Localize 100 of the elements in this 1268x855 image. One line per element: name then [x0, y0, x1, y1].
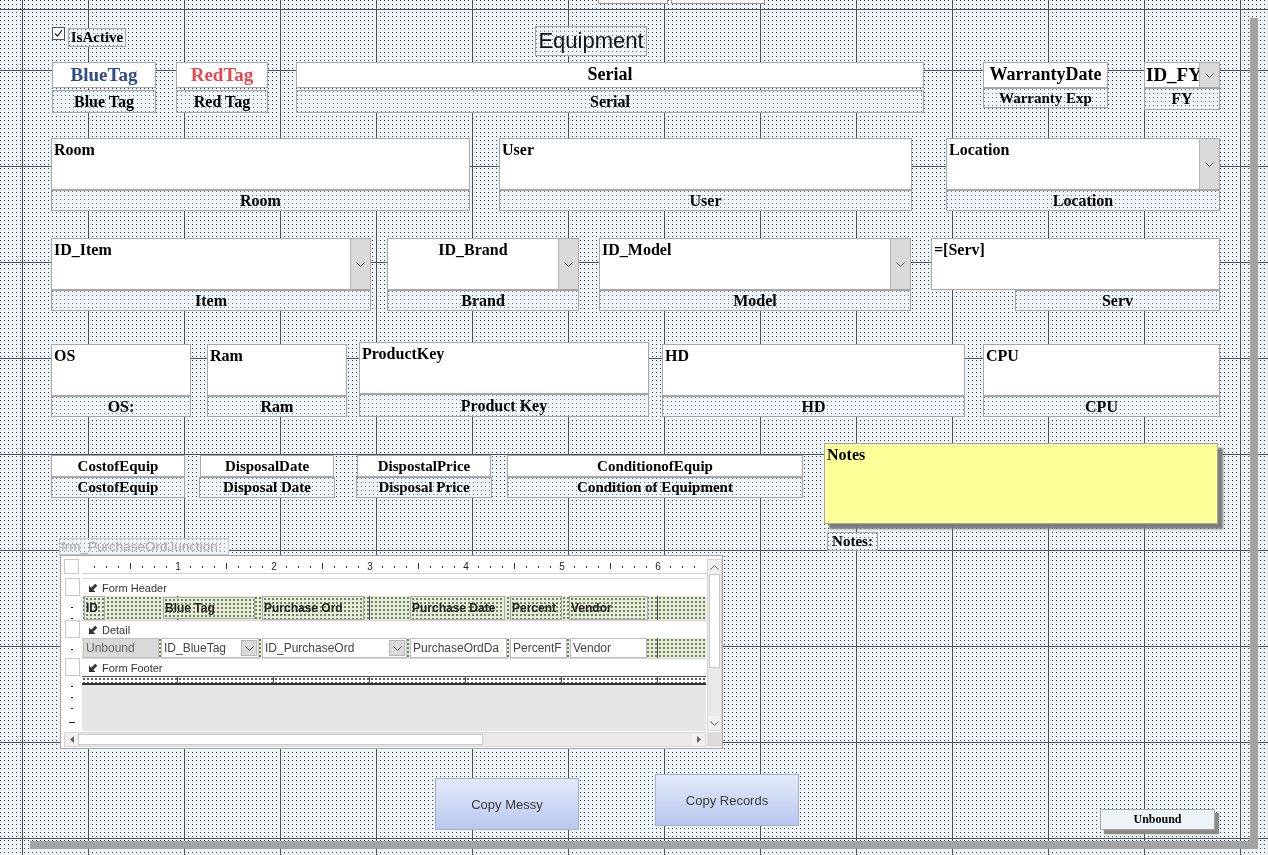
- chevron-down-icon: [356, 261, 365, 267]
- text-box[interactable]: PurchaseOrdDa: [410, 638, 507, 658]
- text-box[interactable]: RedTag: [176, 62, 268, 88]
- section-title: Form Footer: [102, 661, 163, 674]
- chevron-down-icon: [1205, 72, 1214, 78]
- text-box[interactable]: Unbound: [1100, 809, 1215, 830]
- cut-off-control[interactable]: [671, 0, 765, 4]
- triangle-left-icon: [69, 736, 74, 743]
- form-selector[interactable]: [64, 559, 79, 574]
- text-box[interactable]: Room: [51, 138, 470, 190]
- combo-box[interactable]: ID_BlueTag: [161, 638, 259, 658]
- field-label: Room: [51, 190, 470, 211]
- chevron-down-icon: [392, 645, 402, 651]
- field-label: OS:: [51, 396, 191, 417]
- scroll-right-button[interactable]: [692, 733, 705, 746]
- column-label: Purchase Ord: [262, 596, 364, 620]
- scrollbar-thumb[interactable]: [709, 574, 720, 668]
- checkbox-label: IsActive: [68, 28, 126, 47]
- field-label: Warranty Exp: [983, 88, 1108, 108]
- ruler-number: 2: [271, 561, 277, 572]
- combo-box[interactable]: ID_Brand: [387, 238, 579, 290]
- chevron-down-icon: [564, 261, 573, 267]
- field-label: Disposal Date: [199, 477, 335, 498]
- chevron-up-icon: [710, 564, 719, 570]
- text-box[interactable]: Unbound: [83, 638, 159, 658]
- text-box[interactable]: Serial: [296, 62, 924, 88]
- combo-box[interactable]: ID_Model: [599, 238, 911, 290]
- combo-box[interactable]: ID_Item: [51, 238, 371, 290]
- command-button[interactable]: Copy Records: [655, 774, 799, 826]
- field-label: Location: [946, 190, 1220, 211]
- chevron-down-icon: [244, 645, 254, 651]
- field-label: FY: [1144, 88, 1220, 110]
- section-arrow-icon: [88, 582, 98, 593]
- ruler-number: 1: [175, 561, 181, 572]
- text-box[interactable]: HD: [662, 344, 965, 396]
- ruler-number: 4: [463, 561, 469, 572]
- notes-box[interactable]: Notes: [824, 443, 1218, 524]
- dropdown-button[interactable]: [389, 640, 405, 656]
- text-box[interactable]: CPU: [983, 344, 1220, 396]
- text-box[interactable]: BlueTag: [52, 62, 156, 88]
- field-label: Ram: [207, 396, 347, 417]
- text-box[interactable]: OS: [51, 344, 191, 396]
- field-label: Item: [51, 290, 371, 311]
- field-label: Serv: [1015, 290, 1220, 311]
- vertical-scrollbar[interactable]: [707, 559, 722, 731]
- field-label: User: [499, 190, 912, 211]
- text-box[interactable]: WarrantyDate: [983, 62, 1108, 88]
- field-label: Blue Tag: [52, 90, 156, 113]
- subform-label: frm_PurchaseOrdJunction:: [59, 538, 229, 555]
- text-box[interactable]: CostofEquip: [51, 455, 185, 477]
- column-label: Blue Tag: [163, 597, 255, 619]
- field-label: Red Tag: [176, 90, 268, 113]
- checkbox[interactable]: [52, 27, 65, 40]
- field-label: Product Key: [359, 394, 649, 417]
- text-box[interactable]: ProductKey: [359, 342, 649, 394]
- horizontal-scrollbar[interactable]: [64, 732, 706, 747]
- scroll-left-button[interactable]: [65, 733, 78, 746]
- field-label: CostofEquip: [51, 477, 185, 498]
- subform-control[interactable]: 1 2 3 4 5 6 Form Header ID Blue Tag Purchase Ord Purchase Date Percent Vendor Detail Unbound ID_BlueTag ID_PurchaseOrd PurchaseOrdDa PercentF Vendor Form Footer: [60, 555, 723, 749]
- cut-off-control[interactable]: [598, 0, 668, 4]
- combo-box[interactable]: Location: [946, 138, 1220, 190]
- scroll-down-button[interactable]: [708, 716, 721, 730]
- combo-box[interactable]: ID_FY: [1144, 62, 1220, 88]
- field-label: HD: [662, 396, 965, 417]
- text-box[interactable]: =[Serv]: [931, 238, 1220, 290]
- field-label: Disposal Price: [356, 477, 492, 498]
- scrollbar-thumb[interactable]: [78, 734, 483, 745]
- chevron-down-icon: [1205, 161, 1214, 167]
- section-arrow-icon: [88, 624, 98, 635]
- command-button[interactable]: Copy Messy: [435, 778, 579, 830]
- combo-box[interactable]: ID_PurchaseOrd: [262, 638, 407, 658]
- ruler-number: 3: [367, 561, 373, 572]
- column-label: ID: [84, 596, 105, 620]
- text-box[interactable]: User: [499, 138, 912, 190]
- chevron-down-icon: [710, 720, 719, 726]
- field-label: Notes:: [827, 532, 878, 551]
- column-label: Vendor: [569, 596, 648, 620]
- text-box[interactable]: Vendor: [570, 638, 647, 658]
- ruler-number: 5: [559, 561, 565, 572]
- text-box[interactable]: DisposalDate: [200, 455, 334, 477]
- field-label: Condition of Equipment: [507, 477, 803, 498]
- scroll-up-button[interactable]: [708, 560, 721, 574]
- dropdown-button[interactable]: [241, 640, 257, 656]
- scrollbar-corner: [707, 732, 722, 747]
- section-title: Form Header: [102, 581, 167, 594]
- field-label: Model: [599, 290, 911, 311]
- chevron-down-icon: [896, 261, 905, 267]
- text-box[interactable]: PercentF: [510, 638, 567, 658]
- section-arrow-icon: [88, 662, 98, 673]
- ruler-number: 6: [655, 561, 661, 572]
- text-box[interactable]: ConditionofEquip: [507, 455, 803, 477]
- column-label: Percent: [510, 596, 562, 620]
- form-title: Equipment: [535, 26, 647, 56]
- triangle-right-icon: [696, 736, 701, 743]
- section-title: Detail: [102, 623, 131, 636]
- text-box[interactable]: DispostalPrice: [357, 455, 491, 477]
- text-box[interactable]: Ram: [207, 344, 347, 396]
- column-label: Purchase Date: [410, 596, 505, 620]
- field-label: Brand: [387, 290, 579, 311]
- field-label: CPU: [983, 396, 1220, 417]
